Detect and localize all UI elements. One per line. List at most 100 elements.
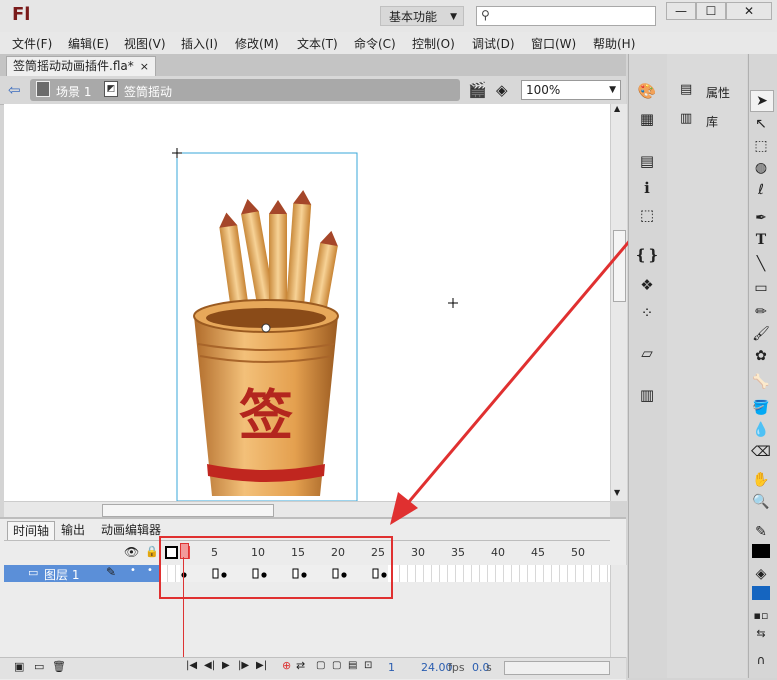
- stroke-color-icon[interactable]: ✎: [750, 522, 772, 542]
- registration-point-icon: [172, 148, 182, 158]
- timeline-vertical-scrollbar[interactable]: [610, 565, 627, 657]
- paint-bucket-tool-icon[interactable]: 🪣: [750, 398, 772, 418]
- close-button[interactable]: ✕: [726, 2, 772, 20]
- edit-multiple-frames-icon[interactable]: ▤: [348, 660, 357, 671]
- 3d-rotation-tool-icon[interactable]: ◍: [750, 158, 772, 178]
- pencil-icon[interactable]: ✎: [106, 565, 116, 579]
- eye-icon[interactable]: 👁: [124, 545, 139, 559]
- onion-skin-icon[interactable]: ▢: [316, 660, 325, 671]
- selection-tool-icon[interactable]: ➤: [750, 90, 774, 112]
- back-arrow-icon[interactable]: ⇦: [8, 81, 21, 99]
- menu-view[interactable]: 视图(V): [124, 35, 166, 52]
- scene-panel-icon[interactable]: ▱: [634, 342, 660, 364]
- step-back-icon[interactable]: ◀|: [204, 660, 215, 671]
- tab-motion-editor[interactable]: 动画编辑器: [96, 521, 166, 539]
- maximize-button[interactable]: ☐: [696, 2, 726, 20]
- scene-icon: [36, 81, 50, 97]
- lock-icon[interactable]: 🔒: [145, 545, 159, 558]
- lock-dot-icon[interactable]: •: [147, 565, 153, 576]
- line-tool-icon[interactable]: ╲: [750, 254, 772, 274]
- minimize-button[interactable]: —: [666, 2, 696, 20]
- menu-control[interactable]: 控制(O): [412, 35, 455, 52]
- swatches-panel-icon[interactable]: ▦: [634, 108, 660, 130]
- menu-file[interactable]: 文件(F): [12, 35, 52, 52]
- eyedropper-tool-icon[interactable]: 💧: [750, 420, 772, 440]
- snap-to-objects-icon[interactable]: ∩: [750, 650, 772, 670]
- stroke-color-swatch[interactable]: [752, 544, 770, 558]
- library-panel-icon[interactable]: ▥: [634, 384, 660, 406]
- lasso-tool-icon[interactable]: ℓ: [750, 180, 772, 200]
- info-panel-icon[interactable]: ℹ: [634, 177, 660, 199]
- layer-row[interactable]: ▭ 图层 1 ✎ • •: [4, 565, 160, 582]
- tab-output[interactable]: 输出: [56, 521, 90, 539]
- breadcrumb: [30, 79, 460, 101]
- properties-label[interactable]: 属性: [706, 84, 730, 101]
- horizontal-scroll-thumb[interactable]: [102, 504, 274, 517]
- motion-presets-panel-icon[interactable]: ⁘: [634, 302, 660, 324]
- menu-modify[interactable]: 修改(M): [235, 35, 279, 52]
- go-to-last-icon[interactable]: ▶|: [256, 660, 267, 671]
- menu-debug[interactable]: 调试(D): [472, 35, 515, 52]
- default-colors-icon[interactable]: ▪▫: [750, 606, 772, 626]
- frame-number: 45: [531, 546, 545, 559]
- go-to-first-icon[interactable]: |◀: [186, 660, 197, 671]
- zoom-tool-icon[interactable]: 🔍: [750, 492, 772, 512]
- play-icon[interactable]: ▶: [222, 660, 230, 671]
- new-layer-icon[interactable]: ▣: [14, 660, 24, 673]
- deco-tool-icon[interactable]: ✿: [750, 346, 772, 366]
- fps-unit: fps: [448, 661, 465, 674]
- search-input[interactable]: [495, 8, 655, 26]
- center-frame-icon[interactable]: ⊕: [282, 659, 291, 672]
- free-transform-tool-icon[interactable]: ⬚: [750, 136, 772, 156]
- current-frame[interactable]: 1: [388, 661, 395, 674]
- tab-timeline[interactable]: 时间轴: [7, 521, 56, 540]
- hand-tool-icon[interactable]: ✋: [750, 470, 772, 490]
- breadcrumb-symbol[interactable]: 签筒摇动: [124, 83, 172, 100]
- library-label[interactable]: 库: [706, 113, 718, 130]
- edit-symbols-icon[interactable]: ◈: [496, 81, 508, 99]
- subselection-tool-icon[interactable]: ↖: [750, 114, 772, 134]
- eraser-tool-icon[interactable]: ⌫: [750, 442, 772, 462]
- color-panel-icon[interactable]: 🎨: [634, 80, 660, 102]
- menu-help[interactable]: 帮助(H): [593, 35, 635, 52]
- zoom-dropdown[interactable]: 100% ▼: [521, 80, 621, 100]
- onion-outline-icon[interactable]: ▢: [332, 660, 341, 671]
- components-panel-icon[interactable]: ❖: [634, 274, 660, 296]
- menu-text[interactable]: 文本(T): [297, 35, 338, 52]
- visibility-dot-icon[interactable]: •: [130, 565, 136, 576]
- brush-tool-icon[interactable]: 🖌: [750, 324, 772, 344]
- highlight-box: [159, 536, 393, 599]
- menu-insert[interactable]: 插入(I): [181, 35, 218, 52]
- movieclip-symbol-icon: ◩: [104, 81, 118, 97]
- menu-window[interactable]: 窗口(W): [531, 35, 576, 52]
- rectangle-tool-icon[interactable]: ▭: [750, 278, 772, 298]
- swap-colors-icon[interactable]: ⇆: [750, 624, 772, 644]
- properties-icon[interactable]: ▤: [680, 82, 692, 97]
- new-folder-icon[interactable]: ▭: [34, 660, 44, 673]
- edit-scene-icon[interactable]: 🎬: [468, 81, 487, 99]
- scroll-up-icon[interactable]: ▲: [614, 104, 620, 113]
- timeline-horizontal-scrollbar[interactable]: [504, 661, 610, 675]
- fill-color-icon[interactable]: ◈: [750, 564, 772, 584]
- close-tab-icon[interactable]: ×: [140, 57, 149, 76]
- document-tab[interactable]: 签筒摇动动画插件.fla* ×: [6, 56, 156, 76]
- code-snippets-panel-icon[interactable]: ❴❵: [634, 244, 660, 266]
- bone-tool-icon[interactable]: 🦴: [750, 372, 772, 392]
- align-panel-icon[interactable]: ▤: [634, 150, 660, 172]
- pen-tool-icon[interactable]: ✒: [750, 208, 772, 228]
- search-box[interactable]: ⚲: [476, 6, 656, 26]
- pencil-tool-icon[interactable]: ✏: [750, 302, 772, 322]
- step-forward-icon[interactable]: |▶: [238, 660, 249, 671]
- menu-edit[interactable]: 编辑(E): [68, 35, 109, 52]
- transform-panel-icon[interactable]: ⬚: [634, 204, 660, 226]
- layer-name[interactable]: 图层 1: [44, 566, 79, 583]
- text-tool-icon[interactable]: T: [750, 230, 772, 250]
- library-icon[interactable]: ▥: [680, 111, 692, 126]
- workspace-dropdown[interactable]: 基本功能 ▼: [380, 6, 464, 26]
- modify-markers-icon[interactable]: ⊡: [364, 660, 372, 671]
- loop-icon[interactable]: ⇄: [296, 659, 305, 672]
- menu-commands[interactable]: 命令(C): [354, 35, 396, 52]
- breadcrumb-scene[interactable]: 场景 1: [56, 83, 91, 100]
- delete-layer-icon[interactable]: 🗑: [52, 660, 66, 673]
- fill-color-swatch[interactable]: [752, 586, 770, 600]
